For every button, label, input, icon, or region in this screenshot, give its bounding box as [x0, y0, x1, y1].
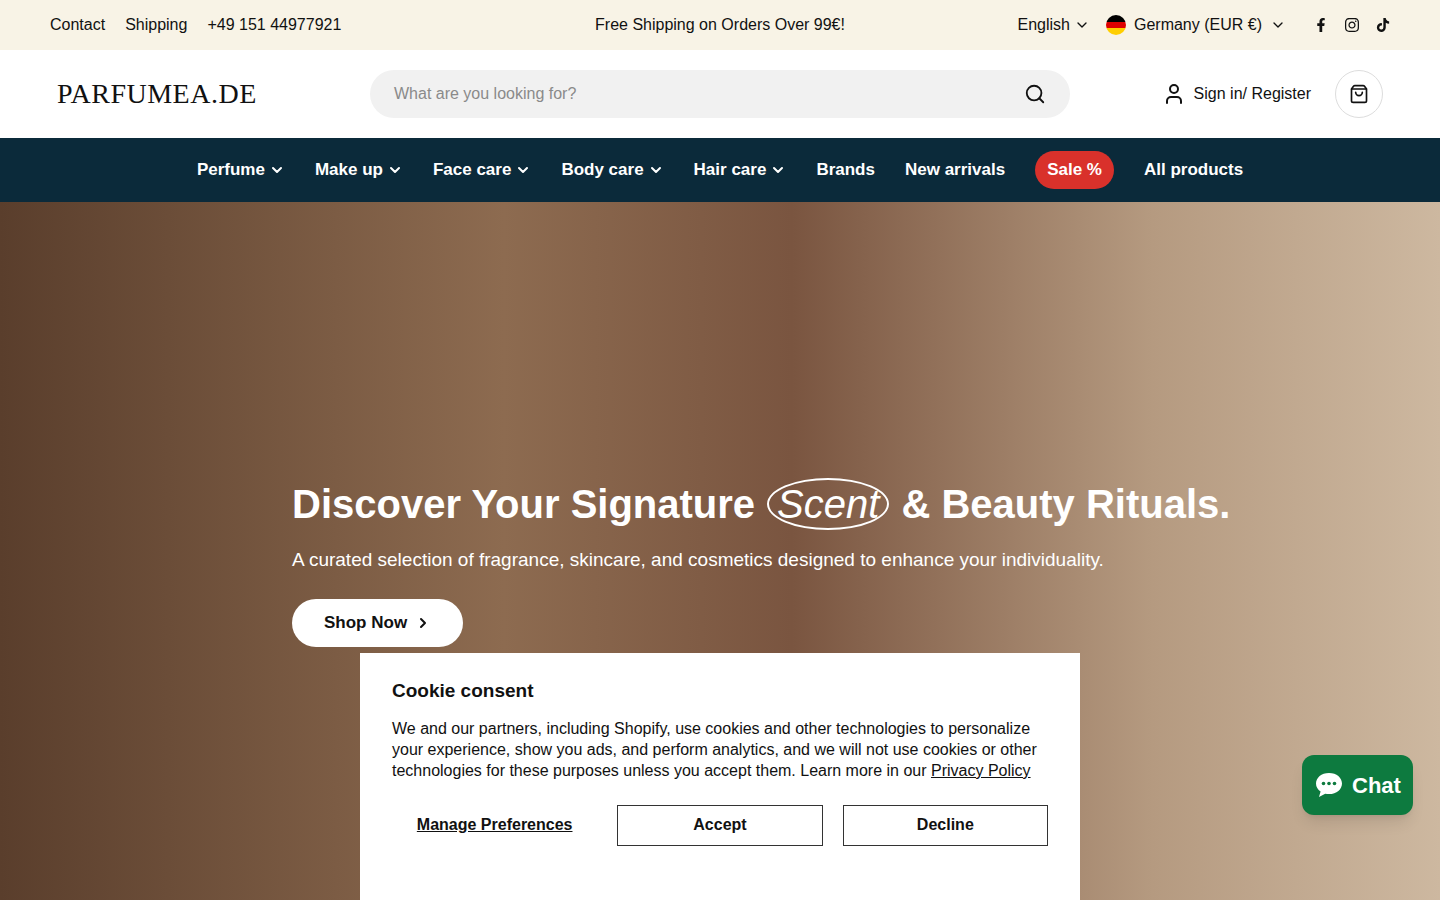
shop-now-button[interactable]: Shop Now — [292, 599, 463, 647]
user-icon — [1162, 82, 1186, 106]
search-bar[interactable]: What are you looking for? — [370, 70, 1070, 118]
hero-title: Discover Your SignatureScent& Beauty Rit… — [292, 474, 1440, 534]
top-bar: Contact Shipping +49 151 44977921 Free Ship… — [0, 0, 1440, 50]
nav-item[interactable]: Face care — [433, 157, 531, 183]
country-selector[interactable]: Germany (EUR €) — [1106, 13, 1286, 37]
nav-item[interactable]: Body care — [561, 157, 663, 183]
chat-bubble-icon — [1314, 771, 1344, 799]
hero-subtitle: A curated selection of fragrance, skinca… — [292, 546, 1440, 575]
nav-item[interactable]: Perfume — [197, 157, 285, 183]
chevron-down-icon — [387, 162, 403, 178]
top-right: English Germany (EUR €) — [970, 13, 1390, 37]
search-icon[interactable] — [1024, 83, 1046, 105]
search-placeholder: What are you looking for? — [394, 82, 576, 106]
chat-label: Chat — [1352, 769, 1401, 802]
cookie-button[interactable]: Decline — [843, 805, 1048, 846]
hero-title-emphasis: Scent — [767, 478, 889, 530]
instagram-icon[interactable] — [1344, 17, 1360, 33]
top-link[interactable]: Shipping — [125, 13, 187, 37]
chat-button[interactable]: Chat — [1302, 755, 1413, 815]
nav-item[interactable]: New arrivals — [905, 157, 1005, 183]
logo[interactable]: PARFUMEA.DE — [57, 73, 370, 115]
nav-item[interactable]: All products — [1144, 157, 1243, 183]
cookie-button[interactable]: Accept — [617, 805, 822, 846]
nav-item[interactable]: Hair care — [694, 157, 787, 183]
facebook-icon[interactable] — [1314, 18, 1328, 32]
nav-item[interactable]: Make up — [315, 157, 403, 183]
language-selector[interactable]: English — [1017, 13, 1089, 37]
account-link[interactable]: Sign in/ Register — [1162, 82, 1311, 106]
privacy-policy-link[interactable]: Privacy Policy — [931, 762, 1031, 779]
nav-item[interactable]: Brands — [816, 157, 875, 183]
cookie-text: We and our partners, including Shopify, … — [392, 718, 1048, 781]
header: PARFUMEA.DE What are you looking for? Sign… — [0, 50, 1440, 138]
chevron-down-icon — [770, 162, 786, 178]
cart-button[interactable] — [1335, 70, 1383, 118]
tiktok-icon[interactable] — [1376, 18, 1390, 32]
top-links: Contact Shipping +49 151 44977921 — [50, 13, 470, 37]
top-link[interactable]: +49 151 44977921 — [207, 13, 341, 37]
cookie-buttons: Manage Preferences Accept Decline — [392, 805, 1048, 846]
germany-flag-icon — [1106, 15, 1126, 35]
bag-icon — [1349, 84, 1369, 104]
chevron-down-icon — [515, 162, 531, 178]
cookie-button[interactable]: Manage Preferences — [392, 805, 597, 846]
nav-item[interactable]: Sale % — [1035, 151, 1114, 189]
cookie-dialog: Cookie consent We and our partners, inclu… — [360, 653, 1080, 900]
top-link[interactable]: Contact — [50, 13, 105, 37]
chevron-down-icon — [269, 162, 285, 178]
cookie-title: Cookie consent — [392, 677, 1048, 706]
page: Contact Shipping +49 151 44977921 Free Ship… — [0, 0, 1440, 900]
chevron-down-icon — [1074, 17, 1090, 33]
announcement: Free Shipping on Orders Over 99€! — [595, 13, 845, 37]
chevron-down-icon — [648, 162, 664, 178]
main-nav: Perfume Make up Face care Body care Hair car… — [0, 138, 1440, 202]
chevron-down-icon — [1270, 17, 1286, 33]
chevron-right-icon — [415, 615, 431, 631]
